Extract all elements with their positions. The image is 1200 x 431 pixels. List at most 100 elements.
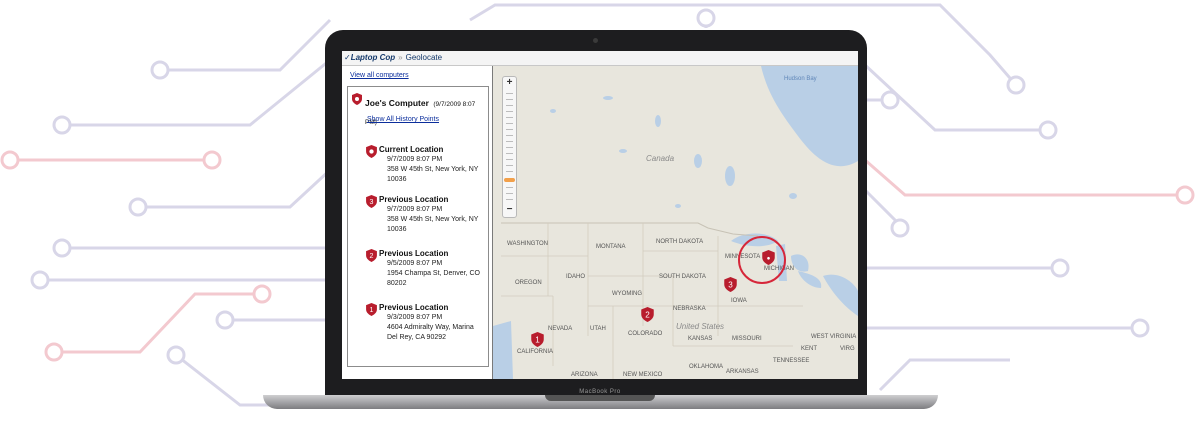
device-brand-label: MacBook Pro <box>579 389 621 395</box>
zoom-tick[interactable] <box>506 111 513 112</box>
camera <box>593 38 598 43</box>
computer-header: Joe's Computer (9/7/2009 8:07 PM) <box>352 93 484 129</box>
zoom-tick[interactable] <box>506 99 513 100</box>
map-marker-3[interactable]: 3 <box>724 277 737 292</box>
zoom-tick[interactable] <box>506 129 513 130</box>
marker-number: 2 <box>370 253 374 260</box>
circuit-node <box>52 115 72 135</box>
view-all-computers-link[interactable]: View all computers <box>350 72 409 79</box>
location-item[interactable]: Current Location 9/7/2009 8:07 PM 358 W … <box>366 145 486 185</box>
circuit-node <box>1175 185 1195 205</box>
circuit-node <box>202 150 222 170</box>
show-history-link[interactable]: Show All History Points <box>367 116 439 123</box>
map-label: OREGON <box>515 280 542 286</box>
location-item[interactable]: 3 Previous Location 9/7/2009 8:07 PM 358… <box>366 195 486 235</box>
map-label: MONTANA <box>596 244 626 250</box>
circuit-node <box>1006 75 1026 95</box>
circuit-node <box>52 238 72 258</box>
map-label: KANSAS <box>688 336 713 342</box>
map-label: Hudson Bay <box>784 76 817 82</box>
circuit-node <box>128 197 148 217</box>
zoom-tick[interactable] <box>506 153 513 154</box>
zoom-tick[interactable] <box>506 123 513 124</box>
zoom-tick[interactable] <box>506 93 513 94</box>
location-item[interactable]: 2 Previous Location 9/5/2009 8:07 PM 195… <box>366 249 486 289</box>
location-address: 4604 Admiralty Way, Marina Del Rey, CA 9… <box>387 324 474 341</box>
map-label: TENNESSEE <box>773 358 810 364</box>
laptop-base <box>263 395 938 409</box>
location-address: 358 W 45th St, New York, NY 10036 <box>387 216 479 233</box>
highlight-ring <box>738 236 786 284</box>
zoom-tick[interactable] <box>506 117 513 118</box>
marker-number: 1 <box>370 307 374 314</box>
laptop-screen: ✓Laptop Cop» Geolocate View all computers… <box>342 51 858 379</box>
map-label: NEW MEXICO <box>623 372 663 378</box>
zoom-tick[interactable] <box>506 147 513 148</box>
circuit-node <box>0 150 20 170</box>
computer-panel: Joe's Computer (9/7/2009 8:07 PM) Show A… <box>347 86 489 367</box>
zoom-tick[interactable] <box>506 141 513 142</box>
app-header: ✓Laptop Cop» Geolocate <box>342 51 858 66</box>
circuit-node <box>1038 120 1058 140</box>
location-title: Previous Location <box>379 303 449 312</box>
computer-name: Joe's Computer <box>365 98 429 108</box>
circuit-line <box>160 18 332 72</box>
map-marker-1[interactable]: 1 <box>531 332 544 347</box>
shield-icon <box>366 145 377 158</box>
zoom-tick[interactable] <box>506 187 513 188</box>
zoom-tick[interactable] <box>506 159 513 160</box>
location-title: Previous Location <box>379 195 449 204</box>
zoom-in-button[interactable]: + <box>503 77 516 88</box>
map-label: CALIFORNIA <box>517 349 554 355</box>
map-terrain <box>493 66 858 379</box>
circuit-line <box>864 158 1185 197</box>
app-logo[interactable]: Laptop Cop <box>351 53 395 62</box>
map-label: IDAHO <box>566 274 586 280</box>
marker-number: 1 <box>535 336 540 345</box>
map-label: NEBRASKA <box>673 306 706 312</box>
location-address: 358 W 45th St, New York, NY 10036 <box>387 166 479 183</box>
zoom-tick[interactable] <box>506 135 513 136</box>
marker-number: 3 <box>370 199 374 206</box>
map-label: NORTH DAKOTA <box>656 239 704 245</box>
circuit-node <box>696 8 716 28</box>
map-label: VIRG <box>840 346 855 352</box>
location-date: 9/3/2009 8:07 PM <box>387 314 443 321</box>
zoom-tick[interactable] <box>506 165 513 166</box>
circuit-node <box>44 342 64 362</box>
shield-icon: 2 <box>366 249 377 262</box>
map-label: IOWA <box>731 298 747 304</box>
map-label: MISSOURI <box>732 336 762 342</box>
map-label: Canada <box>646 154 675 163</box>
zoom-tick[interactable] <box>506 171 513 172</box>
map-label: KENT <box>801 346 818 352</box>
zoom-tick[interactable] <box>506 193 513 194</box>
map-label: NEVADA <box>548 326 573 332</box>
zoom-out-button[interactable]: − <box>503 204 516 215</box>
map-label: ARKANSAS <box>726 369 759 375</box>
map-label: WEST VIRGINIA <box>811 334 857 340</box>
map-label: WASHINGTON <box>507 241 549 247</box>
location-date: 9/5/2009 8:07 PM <box>387 260 443 267</box>
map-view[interactable]: + − Hudson Bay Canada United States WASH… <box>493 66 858 379</box>
breadcrumb-separator: » <box>398 53 403 62</box>
circuit-node <box>150 60 170 80</box>
breadcrumb-geolocate[interactable]: Geolocate <box>406 53 442 62</box>
shield-icon: 1 <box>366 303 377 316</box>
zoom-slider-handle[interactable] <box>504 178 515 182</box>
map-marker-2[interactable]: 2 <box>641 307 654 322</box>
location-item[interactable]: 1 Previous Location 9/3/2009 8:07 PM 460… <box>366 303 486 343</box>
zoom-tick[interactable] <box>506 199 513 200</box>
circuit-line <box>878 358 1010 392</box>
map-label: ARIZONA <box>571 372 598 378</box>
location-title: Previous Location <box>379 249 449 258</box>
zoom-control: + − <box>502 76 517 218</box>
circuit-node <box>215 310 235 330</box>
location-date: 9/7/2009 8:07 PM <box>387 206 443 213</box>
zoom-tick[interactable] <box>506 105 513 106</box>
circuit-node <box>166 345 186 365</box>
circuit-node <box>30 270 50 290</box>
shield-icon <box>352 93 362 105</box>
laptop-notch <box>545 395 655 401</box>
logo-icon: ✓ <box>344 53 351 62</box>
